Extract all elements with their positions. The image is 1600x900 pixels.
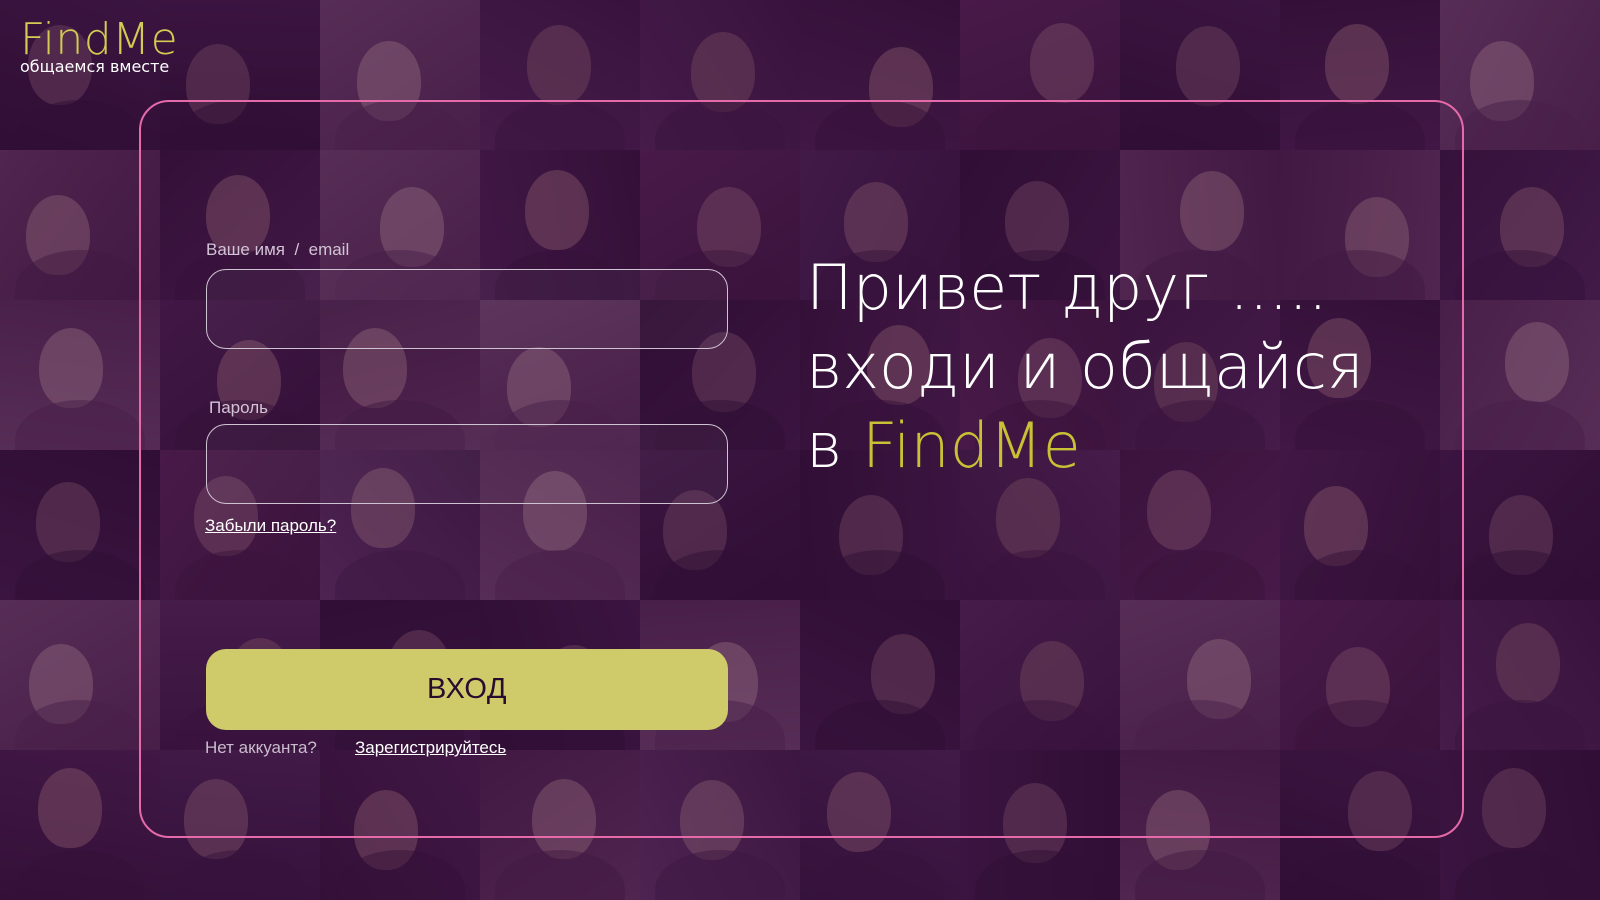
login-page: FindMe общаемся вместе Ваше имя / email … [0,0,1600,900]
login-button[interactable]: ВХОД [206,649,728,730]
username-label: Ваше имя / email [206,240,350,259]
greeting-line-3: в FindMe [806,406,1364,485]
greeting-heading: Привет друг ..... входи и общайся в Find… [806,248,1364,485]
greeting-line-1: Привет друг ..... [806,251,1328,324]
greeting-prefix: в [806,409,863,482]
greeting-brand: FindMe [862,409,1081,482]
logo: FindMe общаемся вместе [20,16,178,76]
register-link[interactable]: Зарегистрируйтесь [355,738,506,758]
password-label: Пароль [209,398,268,417]
forgot-password-link[interactable]: Забыли пароль? [205,516,336,536]
logo-tagline: общаемся вместе [20,57,170,76]
password-input[interactable] [206,424,728,504]
no-account-text: Нет аккуанта? [205,738,317,757]
greeting-line-2: входи и общайся [806,330,1364,403]
username-email-input[interactable] [206,269,728,349]
